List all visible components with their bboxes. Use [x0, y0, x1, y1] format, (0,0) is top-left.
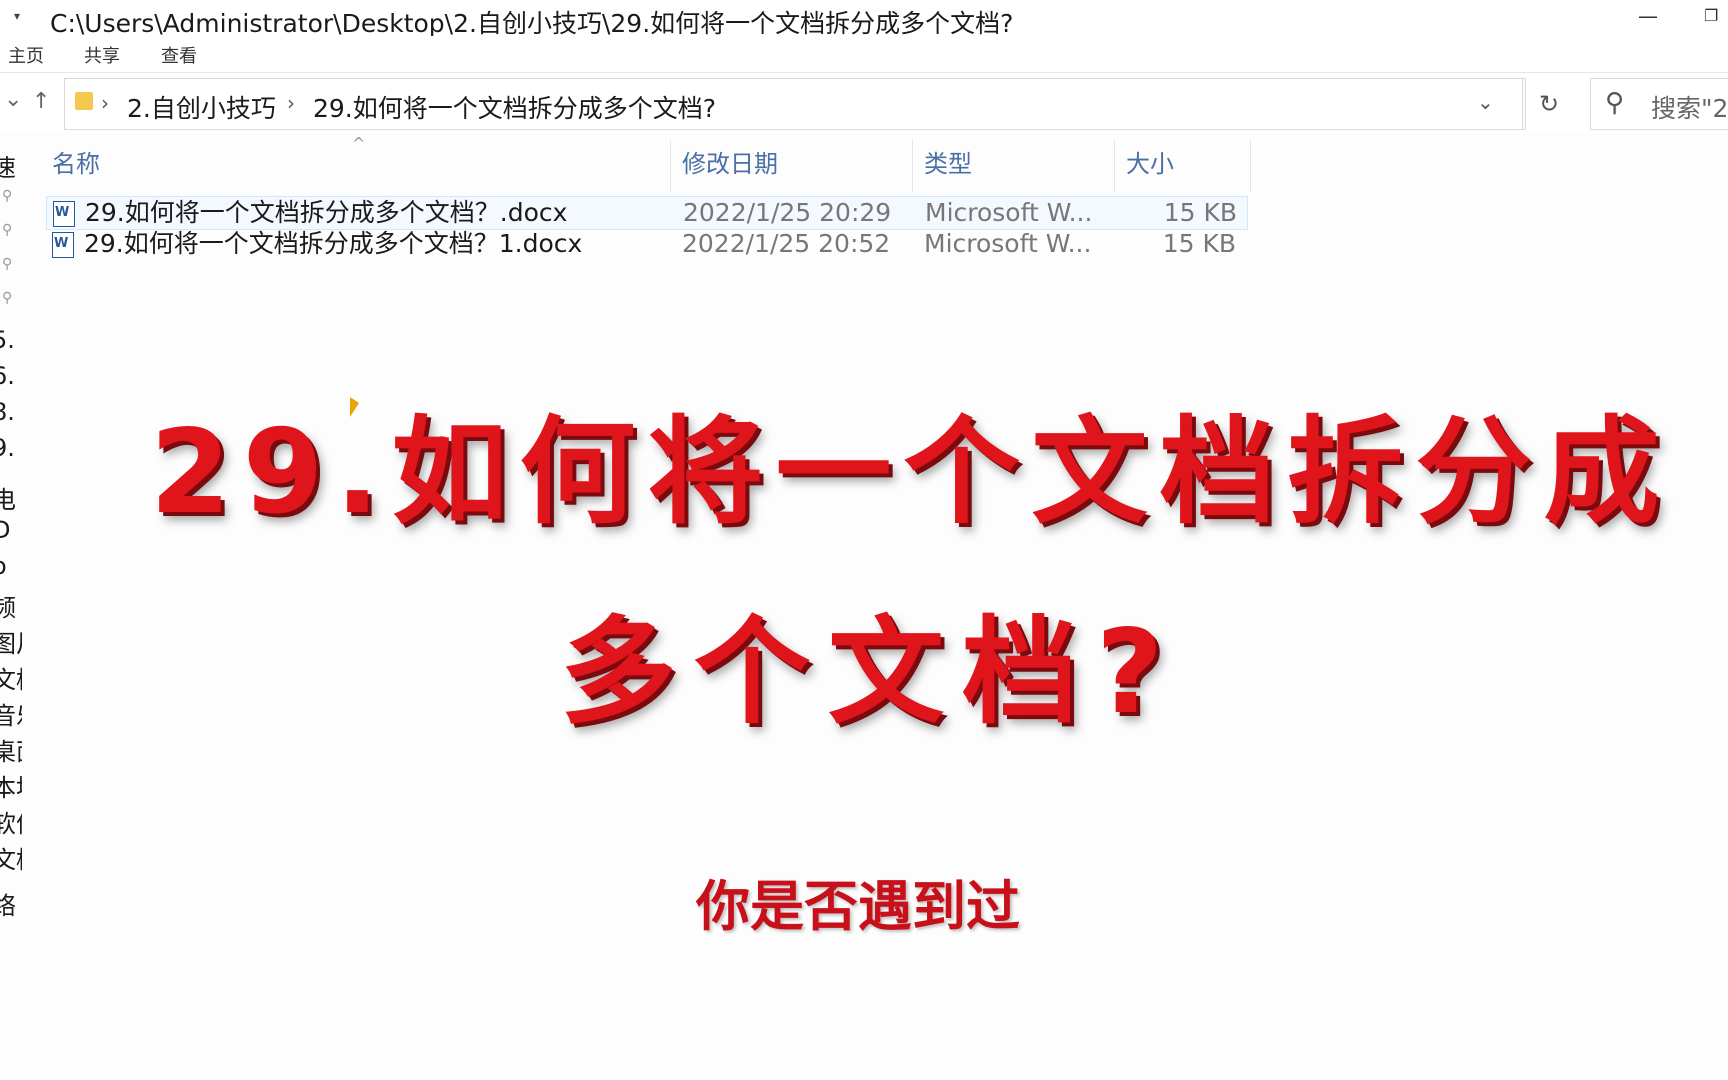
- column-header-type[interactable]: 类型: [924, 140, 972, 192]
- mouse-cursor-icon: [350, 397, 359, 417]
- word-document-icon: [53, 201, 75, 227]
- breadcrumb-item[interactable]: 29.如何将一个文档拆分成多个文档?: [313, 89, 716, 125]
- sidebar-item[interactable]: 络: [0, 886, 16, 921]
- ribbon-tabs: 主页 共享 查看: [0, 36, 1728, 73]
- sidebar-item[interactable]: 速: [0, 148, 16, 183]
- table-row[interactable]: 29.如何将一个文档拆分成多个文档？1.docx 2022/1/25 20:52…: [46, 228, 1246, 260]
- sidebar-item[interactable]: 5.: [0, 326, 15, 354]
- file-name: 29.如何将一个文档拆分成多个文档？1.docx: [84, 229, 583, 258]
- file-size: 15 KB: [1162, 229, 1236, 258]
- overlay-title-line1: 29.如何将一个文档拆分成: [150, 405, 1672, 540]
- file-modified-date: 2022/1/25 20:52: [682, 229, 891, 258]
- up-arrow-icon[interactable]: ↑: [32, 89, 50, 114]
- sidebar-item[interactable]: 频: [0, 588, 16, 623]
- file-modified-date: 2022/1/25 20:29: [683, 198, 892, 227]
- sidebar-item[interactable]: 软件: [0, 804, 22, 839]
- folder-icon: [75, 92, 93, 110]
- search-icon: ⚲: [1605, 88, 1625, 118]
- window-title-path: C:\Users\Administrator\Desktop\2.自创小技巧\2…: [50, 9, 1014, 38]
- column-header-name[interactable]: 名称: [52, 140, 100, 192]
- restore-button[interactable]: ❐: [1704, 6, 1718, 25]
- refresh-button[interactable]: ↻: [1522, 79, 1575, 129]
- address-bar[interactable]: › 2.自创小技巧 › 29.如何将一个文档拆分成多个文档? ⌄ ↻: [64, 78, 1559, 130]
- column-divider[interactable]: [1250, 140, 1251, 192]
- search-placeholder: 搜索"2: [1651, 94, 1728, 123]
- pin-icon: ⚲: [2, 188, 13, 204]
- search-box[interactable]: ⚲ 搜索"2: [1590, 78, 1728, 130]
- column-divider[interactable]: [912, 140, 913, 192]
- sidebar-item[interactable]: D: [0, 516, 10, 544]
- address-history-chevron-icon[interactable]: ⌄: [1477, 90, 1494, 114]
- navigation-bar: ⌄ ↑ › 2.自创小技巧 › 29.如何将一个文档拆分成多个文档? ⌄ ↻ ⚲…: [0, 73, 1728, 133]
- sidebar-item[interactable]: 6.: [0, 362, 15, 390]
- column-header-date[interactable]: 修改日期: [682, 140, 778, 192]
- file-type: Microsoft W...: [925, 198, 1093, 227]
- overlay-subtitle: 你是否遇到过: [696, 875, 1020, 938]
- sidebar-item[interactable]: 9.: [0, 434, 15, 462]
- recent-locations-chevron-icon[interactable]: ⌄: [4, 87, 22, 112]
- file-size: 15 KB: [1163, 198, 1237, 227]
- tab-home[interactable]: 主页: [8, 42, 44, 68]
- tab-view[interactable]: 查看: [161, 42, 197, 68]
- column-divider[interactable]: [1114, 140, 1115, 192]
- table-row[interactable]: 29.如何将一个文档拆分成多个文档？.docx 2022/1/25 20:29 …: [46, 196, 1248, 230]
- sidebar-item[interactable]: o: [0, 552, 7, 580]
- file-type: Microsoft W...: [924, 229, 1092, 258]
- quick-access-dropdown-icon[interactable]: ▾: [14, 9, 20, 23]
- breadcrumb-item[interactable]: 2.自创小技巧: [127, 89, 276, 125]
- navigation-pane: 速 ⚲ ⚲ ⚲ ⚲ 5. 6. 8. 9. 电 D o 频 图片 文档 音乐 桌…: [0, 140, 22, 1080]
- column-divider[interactable]: [670, 140, 671, 192]
- file-name: 29.如何将一个文档拆分成多个文档？.docx: [85, 198, 568, 227]
- sidebar-item[interactable]: 桌面: [0, 732, 22, 767]
- sidebar-item[interactable]: 文档: [0, 840, 22, 875]
- title-bar: ▾ C:\Users\Administrator\Desktop\2.自创小技巧…: [0, 0, 1728, 38]
- minimize-button[interactable]: —: [1638, 4, 1658, 28]
- overlay-title-line2: 多个文档?: [560, 605, 1182, 740]
- sidebar-item[interactable]: 电: [0, 480, 16, 515]
- sidebar-item[interactable]: 音乐: [0, 696, 22, 731]
- sidebar-item[interactable]: 8.: [0, 398, 15, 426]
- sidebar-item[interactable]: 图片: [0, 624, 22, 659]
- pin-icon: ⚲: [2, 290, 13, 306]
- pin-icon: ⚲: [2, 222, 13, 238]
- tab-share[interactable]: 共享: [84, 42, 120, 68]
- refresh-icon: ↻: [1538, 90, 1560, 118]
- pin-icon: ⚲: [2, 256, 13, 272]
- word-document-icon: [52, 232, 74, 258]
- sort-ascending-icon: ^: [352, 134, 366, 153]
- column-header-size[interactable]: 大小: [1126, 140, 1174, 192]
- sidebar-item[interactable]: 本地: [0, 768, 22, 803]
- breadcrumb-separator-icon[interactable]: ›: [101, 91, 109, 115]
- sidebar-item[interactable]: 文档: [0, 660, 22, 695]
- breadcrumb-separator-icon[interactable]: ›: [287, 91, 295, 115]
